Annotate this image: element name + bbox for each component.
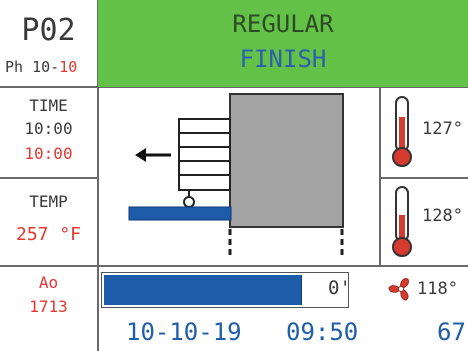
progress-fill (104, 275, 302, 305)
program-code: P02 (21, 13, 76, 48)
ao-value: 1713 (29, 297, 68, 316)
cycle-status: FINISH (239, 45, 327, 73)
sensor-bottom-value: 118° (417, 279, 458, 299)
chamber (229, 93, 344, 228)
cycle-mode: REGULAR (232, 10, 334, 38)
time-label: TIME (29, 96, 68, 115)
footer-date: 10-10-19 (126, 318, 242, 346)
phase-prefix: Ph 10- (5, 58, 60, 76)
ao-label: Ao (38, 273, 59, 292)
time-actual-value: 10:00 (24, 144, 73, 163)
thermometer-icon (392, 96, 412, 167)
thermometer-icon (392, 186, 412, 257)
divider (0, 177, 97, 179)
arrow-left-icon (135, 148, 171, 162)
loading-rail (128, 206, 232, 221)
phase-current: 10 (59, 58, 78, 76)
progress-bar (101, 272, 349, 308)
divider (379, 177, 468, 179)
cycle-header: REGULAR FINISH (98, 0, 468, 87)
footer-extra: 67 (437, 318, 466, 346)
footer-clock: 09:50 (286, 318, 359, 346)
progress-value: 0' (328, 277, 351, 299)
phase-indicator: Ph 10-10 (5, 60, 77, 75)
time-set-value: 10:00 (24, 119, 73, 138)
temp-value: 257 °F (15, 224, 82, 245)
cart (178, 118, 231, 208)
fan-icon (388, 278, 409, 301)
divider (0, 265, 468, 267)
temp-label: TEMP (29, 192, 68, 211)
autoclave-diagram (128, 93, 344, 258)
sensor-middle-value: 128° (422, 206, 463, 226)
sensor-top-value: 127° (422, 119, 463, 139)
